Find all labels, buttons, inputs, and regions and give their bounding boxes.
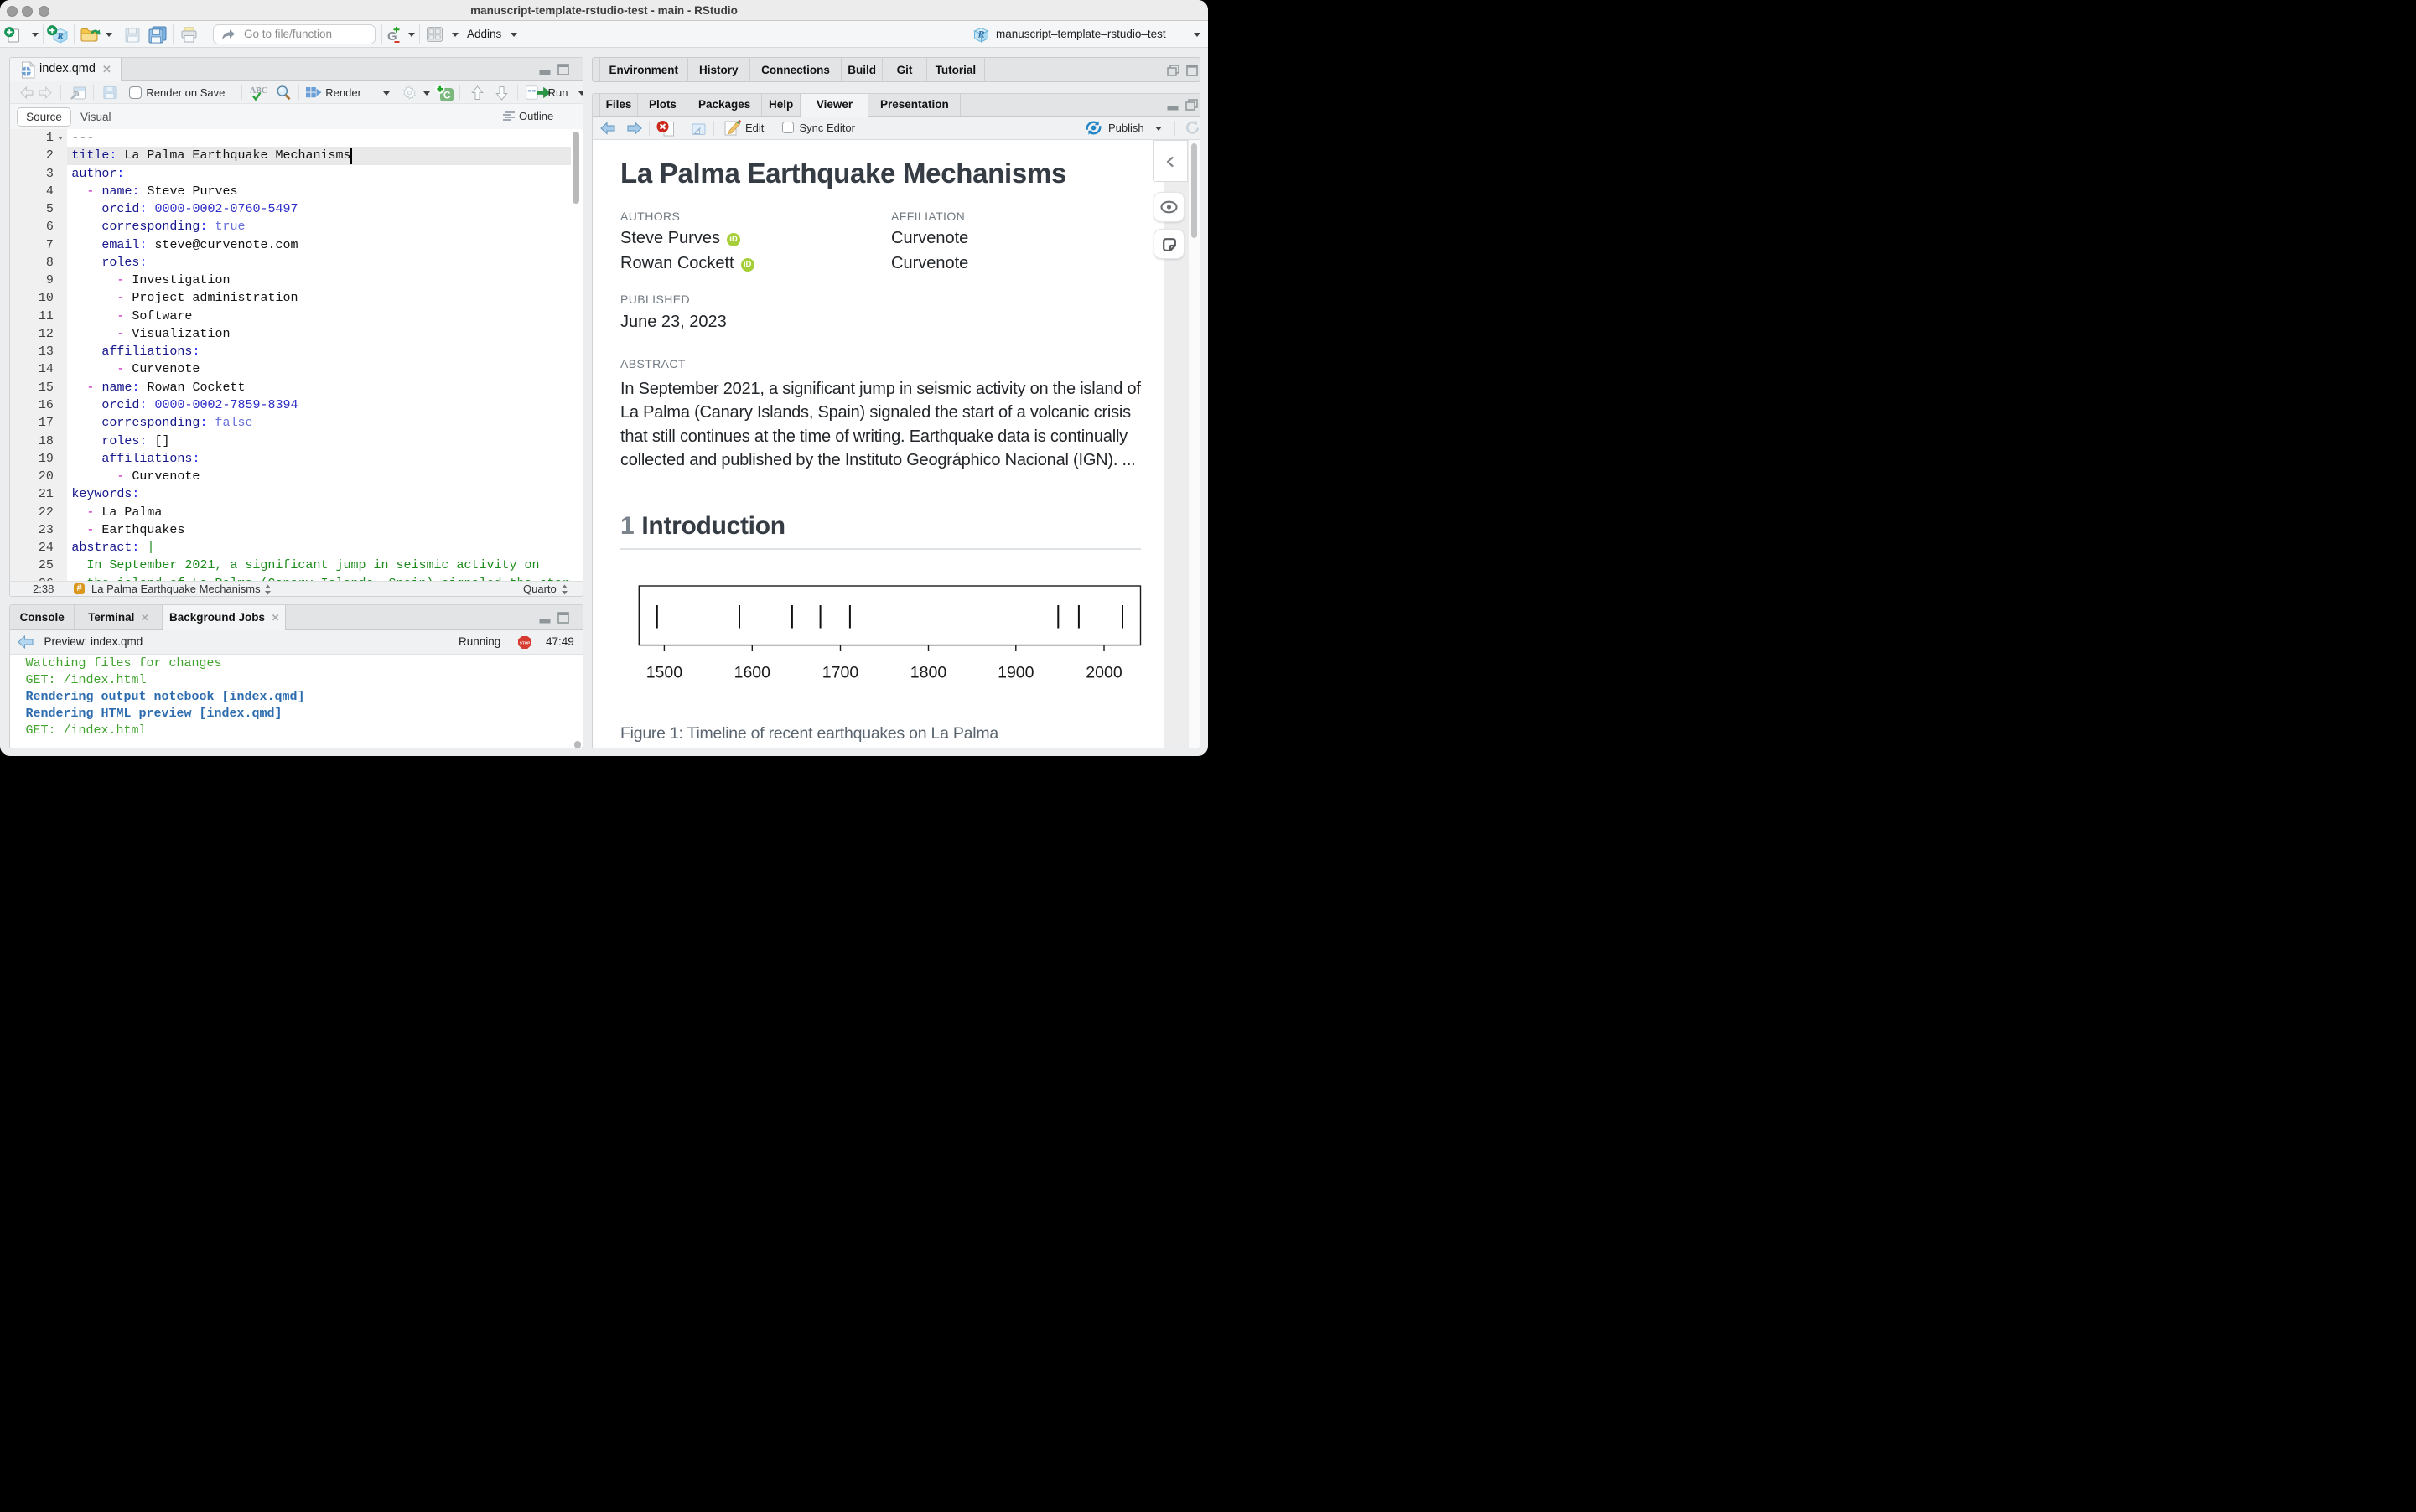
svg-text:1800: 1800: [910, 664, 947, 682]
svg-text:R: R: [977, 28, 984, 40]
svg-text:1900: 1900: [998, 664, 1034, 682]
svg-text:R: R: [56, 31, 63, 41]
svg-text:STOP: STOP: [520, 641, 530, 645]
svg-text:1600: 1600: [734, 664, 771, 682]
svg-text:1700: 1700: [822, 664, 859, 682]
svg-text:C: C: [443, 90, 451, 101]
svg-text:1500: 1500: [646, 664, 683, 682]
svg-text:2000: 2000: [1086, 664, 1122, 682]
